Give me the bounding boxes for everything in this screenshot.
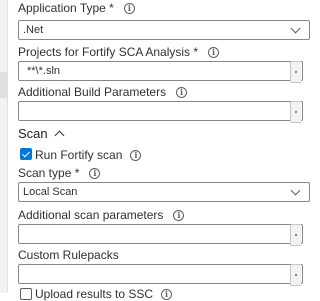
left-pane-selected-item[interactable] [0, 72, 7, 98]
scan-type-select[interactable]: Local Scan [18, 182, 310, 202]
info-icon[interactable]: i [89, 167, 101, 179]
info-icon[interactable]: i [208, 46, 220, 58]
upload-results-checkbox[interactable] [20, 288, 32, 300]
custom-rulepacks-label: Custom Rulepacks [18, 248, 119, 262]
additional-scan-parameters-input[interactable] [18, 224, 303, 244]
scan-section-toggle[interactable]: Scan [18, 126, 65, 141]
run-fortify-scan-label: Run Fortify scan i [35, 148, 142, 162]
info-icon[interactable]: i [123, 2, 135, 14]
projects-input[interactable]: **\*.sln [18, 61, 303, 81]
run-fortify-scan-checkbox[interactable] [20, 148, 32, 160]
projects-label: Projects for Fortify SCA Analysis * i [18, 45, 220, 59]
scan-type-label: Scan type * i [18, 166, 101, 180]
application-type-select[interactable]: .Net [18, 20, 310, 40]
chevron-down-icon [290, 185, 301, 196]
more-options-icon[interactable] [290, 224, 301, 246]
scan-section-title: Scan [18, 126, 48, 141]
left-pane-edge [0, 0, 8, 293]
application-type-label: Application Type * i [18, 1, 135, 15]
additional-build-parameters-label: Additional Build Parameters i [18, 85, 188, 99]
chevron-down-icon [290, 23, 301, 34]
info-icon[interactable]: i [161, 288, 173, 300]
additional-scan-parameters-label: Additional scan parameters i [18, 208, 185, 222]
scan-type-value: Local Scan [23, 186, 78, 198]
more-options-icon[interactable] [290, 264, 301, 286]
info-icon[interactable]: i [176, 86, 188, 98]
projects-value: **\*.sln [27, 65, 61, 77]
more-options-icon[interactable] [290, 61, 301, 83]
chevron-up-icon [54, 130, 65, 141]
upload-results-label: Upload results to SSC i [35, 287, 173, 301]
additional-build-parameters-input[interactable] [18, 101, 303, 121]
info-icon[interactable]: i [173, 209, 185, 221]
more-options-icon[interactable] [290, 101, 301, 123]
application-type-value: .Net [23, 24, 44, 36]
custom-rulepacks-input[interactable] [18, 264, 303, 284]
info-icon[interactable]: i [130, 149, 142, 161]
